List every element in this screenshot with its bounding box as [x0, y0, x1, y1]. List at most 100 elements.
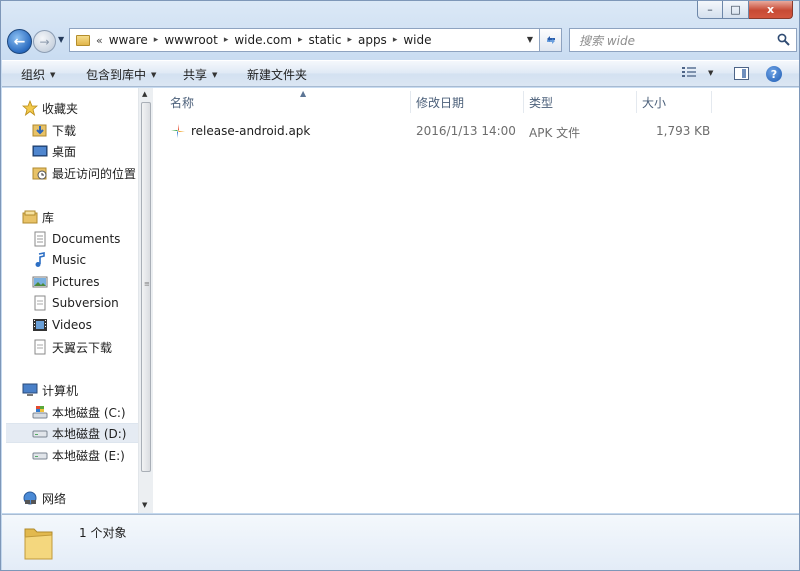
- column-header-modified[interactable]: 修改日期: [416, 91, 523, 113]
- hard-drive-icon: [32, 425, 48, 441]
- search-icon[interactable]: [777, 33, 790, 46]
- grip-icon: ≡: [144, 280, 150, 288]
- chevron-down-icon: ▼: [151, 70, 157, 79]
- chevron-right-icon[interactable]: ▸: [298, 35, 303, 45]
- library-icon: [22, 209, 38, 225]
- details-view-icon: [682, 67, 696, 77]
- minimize-button[interactable]: –: [697, 1, 723, 19]
- chevron-down-icon[interactable]: ▼: [708, 69, 713, 77]
- network-icon: [22, 490, 38, 506]
- chevron-right-icon[interactable]: ▸: [393, 35, 398, 45]
- organize-label: 组织: [21, 68, 46, 82]
- sidebar-item-label: 下载: [52, 123, 77, 138]
- file-name: release-android.apk: [191, 124, 311, 138]
- sidebar-item-label: Pictures: [52, 275, 100, 289]
- sidebar-scrollbar[interactable]: ▲ ≡ ▼: [138, 88, 153, 513]
- file-size: 1,793 KB: [656, 124, 711, 138]
- breadcrumb-static[interactable]: static: [308, 33, 341, 47]
- sidebar-item-drive-d[interactable]: 本地磁盘 (D:): [6, 423, 138, 443]
- scroll-up-icon[interactable]: ▲: [142, 90, 147, 98]
- preview-pane-icon[interactable]: [734, 67, 749, 80]
- sidebar-item-label: 本地磁盘 (D:): [52, 426, 127, 441]
- sidebar-item-label: 网络: [42, 491, 67, 506]
- breadcrumb-wwwroot[interactable]: wwwroot: [164, 33, 218, 47]
- sidebar-item-label: 最近访问的位置: [52, 166, 137, 181]
- breadcrumb-wide[interactable]: wide: [403, 33, 431, 47]
- new-folder-label: 新建文件夹: [247, 68, 308, 82]
- sidebar-item-label: Videos: [52, 318, 92, 332]
- search-placeholder: 搜索 wide: [579, 33, 635, 48]
- sidebar-item-label: 收藏夹: [42, 101, 79, 116]
- chevron-right-icon[interactable]: ▸: [154, 35, 159, 45]
- downloads-folder-icon: [32, 122, 48, 138]
- documents-icon: [32, 231, 48, 247]
- file-modified: 2016/1/13 14:00: [416, 124, 516, 138]
- column-header-size[interactable]: 大小: [642, 91, 710, 113]
- chevron-right-icon[interactable]: ▸: [224, 35, 229, 45]
- table-row[interactable]: release-android.apk 2016/1/13 14:00 APK …: [167, 121, 727, 141]
- sidebar-item-label: 桌面: [52, 144, 77, 159]
- column-divider[interactable]: [636, 91, 637, 113]
- document-icon: [32, 339, 48, 355]
- navigation-pane: 收藏夹 下载 桌面 最近访问的位置 库 Documents Music Pict…: [2, 88, 153, 513]
- column-name-label: 名称: [170, 95, 195, 110]
- navigation-row: ← → ▼ « wware ▸ wwwroot ▸ wide.com ▸ sta…: [5, 27, 797, 55]
- maximize-button[interactable]: □: [723, 1, 749, 19]
- refresh-button[interactable]: [540, 28, 562, 52]
- address-bar[interactable]: « wware ▸ wwwroot ▸ wide.com ▸ static ▸ …: [69, 28, 540, 52]
- search-input[interactable]: 搜索 wide: [569, 28, 797, 52]
- chevron-right-icon[interactable]: ▸: [347, 35, 352, 45]
- chevron-down-icon[interactable]: ▼: [527, 35, 533, 44]
- chevron-down-icon: ▼: [212, 70, 218, 79]
- breadcrumb-wide-com[interactable]: wide.com: [234, 33, 292, 47]
- column-type-label: 类型: [529, 95, 554, 110]
- explorer-window: – □ x ← → ▼ « wware ▸ wwwroot ▸ wide.com…: [0, 0, 800, 571]
- system-drive-icon: [32, 404, 48, 420]
- star-icon: [22, 100, 38, 116]
- close-button[interactable]: x: [749, 1, 793, 19]
- breadcrumb-wware[interactable]: wware: [109, 33, 148, 47]
- chevron-down-icon: ▼: [50, 70, 56, 79]
- command-bar: 组织 ▼ 包含到库中 ▼ 共享 ▼ 新建文件夹 ▼ ?: [2, 60, 799, 87]
- film-icon: [32, 317, 48, 333]
- file-list: 名称 ▲ 修改日期 类型 大小 release-android.apk 2016…: [153, 88, 799, 513]
- breadcrumb-apps[interactable]: apps: [358, 33, 387, 47]
- include-in-library-button[interactable]: 包含到库中 ▼: [86, 66, 156, 83]
- column-divider[interactable]: [410, 91, 411, 113]
- column-size-label: 大小: [642, 95, 667, 110]
- sort-ascending-icon: ▲: [300, 89, 307, 98]
- apk-file-icon: [171, 124, 185, 138]
- organize-button[interactable]: 组织 ▼: [21, 66, 55, 83]
- hard-drive-icon: [32, 447, 48, 463]
- scrollbar-thumb[interactable]: ≡: [141, 102, 151, 472]
- column-divider[interactable]: [711, 91, 712, 113]
- address-overflow-chevron[interactable]: «: [96, 34, 103, 47]
- forward-button[interactable]: →: [33, 30, 56, 53]
- scroll-down-icon[interactable]: ▼: [142, 501, 147, 509]
- music-note-icon: [32, 252, 48, 268]
- share-button[interactable]: 共享 ▼: [183, 66, 217, 83]
- sidebar-item-label: 本地磁盘 (C:): [52, 405, 126, 420]
- pictures-icon: [32, 274, 48, 290]
- recent-pages-dropdown-icon[interactable]: ▼: [58, 35, 64, 44]
- document-icon: [32, 295, 48, 311]
- caption-buttons: – □ x: [697, 1, 793, 19]
- change-view-button[interactable]: ▼: [682, 67, 713, 78]
- desktop-icon: [32, 143, 48, 159]
- sidebar-item-label: 天翼云下载: [52, 340, 113, 355]
- column-modified-label: 修改日期: [416, 95, 465, 110]
- sidebar-item-label: Music: [52, 253, 87, 267]
- file-type: APK 文件: [529, 126, 581, 140]
- folder-icon: [76, 34, 90, 46]
- computer-icon: [22, 382, 38, 398]
- column-header-name[interactable]: 名称 ▲: [170, 89, 410, 113]
- help-icon[interactable]: ?: [766, 66, 782, 82]
- column-header-type[interactable]: 类型: [529, 91, 636, 113]
- sidebar-item-label: 库: [42, 210, 55, 225]
- sidebar-item-label: Documents: [52, 232, 121, 246]
- share-label: 共享: [183, 68, 208, 82]
- column-divider[interactable]: [523, 91, 524, 113]
- new-folder-button[interactable]: 新建文件夹: [247, 66, 307, 83]
- back-button[interactable]: ←: [7, 29, 32, 54]
- selection-status: 1 个对象: [79, 526, 127, 540]
